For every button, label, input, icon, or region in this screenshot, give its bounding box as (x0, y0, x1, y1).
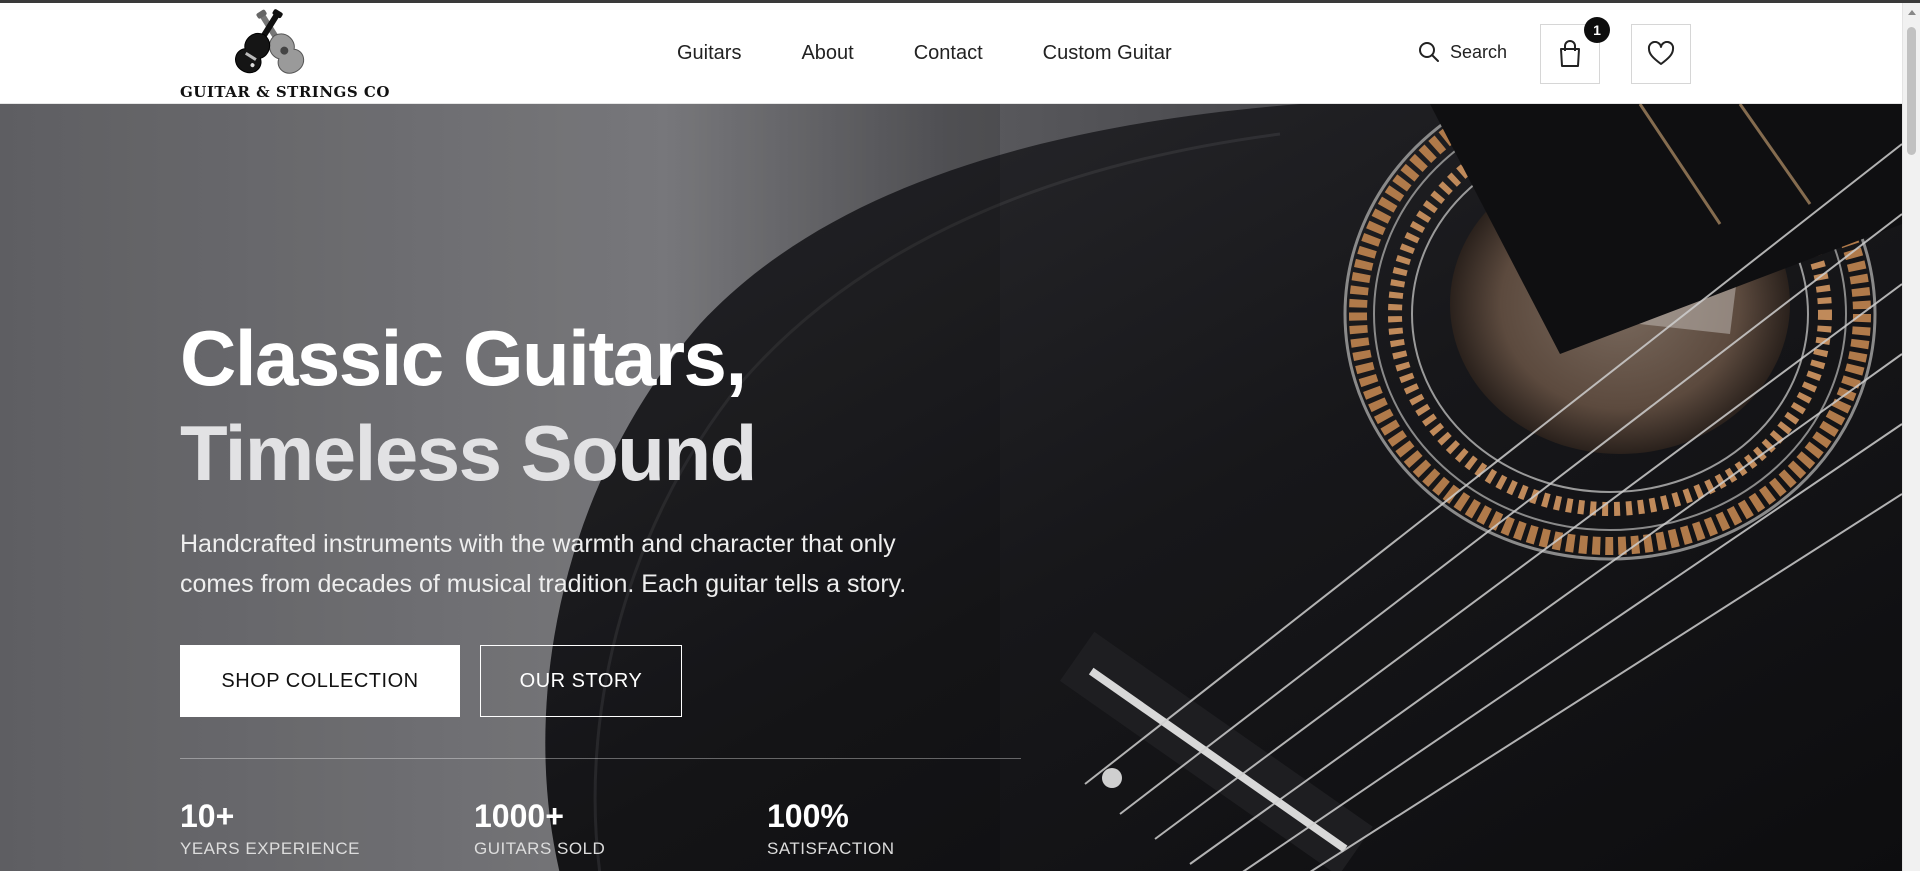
stat-label: SATISFACTION (767, 839, 895, 858)
nav-item-custom-guitar[interactable]: Custom Guitar (1043, 41, 1172, 65)
hero-subtitle-line1: Handcrafted instruments with the warmth … (180, 530, 896, 558)
scrollbar-thumb[interactable] (1907, 27, 1916, 155)
hero-section: Classic Guitars, Timeless Sound Handcraf… (0, 104, 1902, 871)
heart-icon (1647, 41, 1675, 65)
browser-viewport: GUITAR & STRINGS CO Guitars About Contac… (0, 0, 1920, 871)
scroll-up-arrow-icon[interactable] (1903, 3, 1920, 21)
search-icon (1419, 42, 1439, 62)
stat-value: 10+ (180, 798, 235, 834)
cart-count-badge: 1 (1584, 17, 1610, 43)
nav-item-contact[interactable]: Contact (914, 41, 983, 65)
stat-years-experience: 10+ YEARS EXPERIENCE (180, 797, 360, 859)
stat-value: 100% (767, 798, 849, 834)
our-story-button[interactable]: OUR STORY (480, 645, 682, 717)
stat-satisfaction: 100% SATISFACTION (767, 797, 895, 859)
stat-value: 1000+ (474, 798, 564, 834)
shopping-bag-icon (1560, 40, 1580, 67)
hero-title: Classic Guitars, Timeless Sound (180, 311, 757, 501)
nav-item-guitars[interactable]: Guitars (677, 41, 741, 65)
logo-text: GUITAR & STRINGS CO (180, 83, 390, 101)
brand-logo[interactable]: GUITAR & STRINGS CO (180, 5, 390, 103)
hero-subtitle-line2: comes from decades of musical tradition.… (180, 570, 907, 598)
guitars-logo-icon (235, 9, 305, 74)
hero-title-line2: Timeless Sound (180, 409, 757, 497)
stat-label: GUITARS SOLD (474, 839, 606, 858)
shop-collection-button[interactable]: SHOP COLLECTION (180, 645, 460, 717)
hero-subtitle: Handcrafted instruments with the warmth … (180, 524, 1000, 604)
stat-guitars-sold: 1000+ GUITARS SOLD (474, 797, 605, 859)
main-nav: Guitars About Contact Custom Guitar (677, 41, 1172, 65)
search-button[interactable]: Search (1418, 41, 1507, 63)
stat-label: YEARS EXPERIENCE (180, 839, 360, 858)
page-scrollbar[interactable] (1902, 3, 1920, 871)
nav-item-about[interactable]: About (801, 41, 853, 65)
site-header: GUITAR & STRINGS CO Guitars About Contac… (0, 3, 1902, 104)
search-label: Search (1450, 41, 1508, 62)
wishlist-button[interactable] (1631, 24, 1691, 84)
hero-divider (180, 758, 1021, 759)
hero-title-line1: Classic Guitars, (180, 314, 747, 402)
